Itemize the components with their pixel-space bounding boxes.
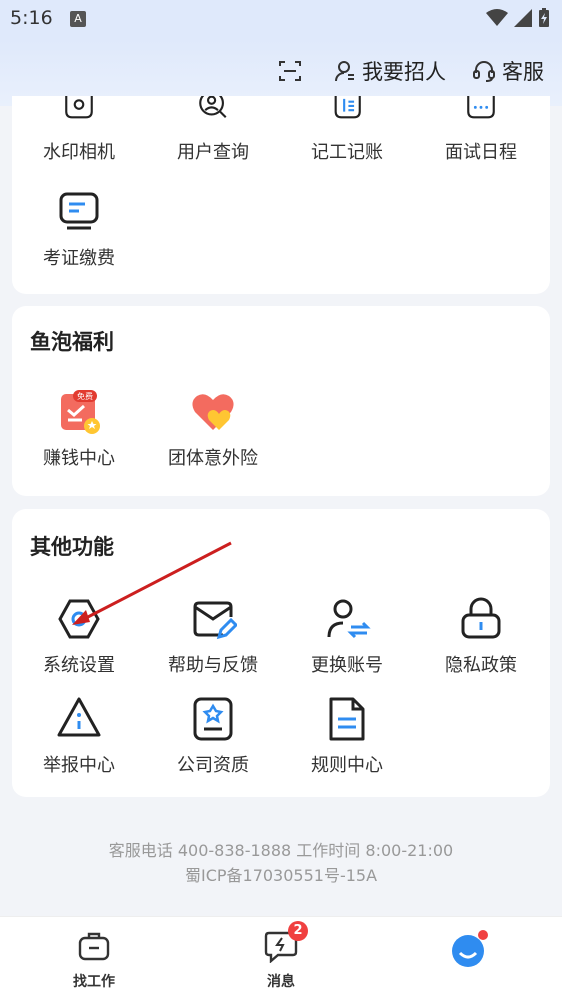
- status-icons: [486, 8, 550, 28]
- item-label: 考证缴费: [43, 248, 115, 269]
- company-qualification-item[interactable]: 公司资质: [146, 695, 280, 777]
- battery-icon: [539, 8, 549, 27]
- switch-account-icon: [327, 599, 371, 639]
- message-badge: 2: [288, 921, 308, 941]
- item-label: 面试日程: [445, 142, 517, 163]
- other-functions-card: 其他功能 系统设置 帮助与反馈 更换账号 隐私政策 举报中心 公司资质 规则中心: [12, 509, 550, 797]
- nav-find-job[interactable]: 找工作: [24, 929, 164, 991]
- other-functions-title: 其他功能: [30, 535, 114, 559]
- recruit-label: 我要招人: [362, 60, 446, 84]
- heart-icon: [192, 394, 234, 430]
- item-label: 举报中心: [43, 755, 115, 776]
- rules-center-item[interactable]: 规则中心: [280, 695, 414, 777]
- person-icon: [335, 61, 354, 82]
- item-label: 系统设置: [43, 655, 115, 676]
- calendar-icon: [467, 96, 495, 119]
- icp-number: 蜀ICP备17030551号-15A: [184, 866, 378, 885]
- service-line: 客服电话 400-838-1888 工作时间 8:00-21:00: [108, 841, 454, 860]
- certificate-fee-item[interactable]: 考证缴费: [12, 188, 146, 270]
- item-label: 公司资质: [177, 755, 249, 776]
- status-bar: 5:16 A: [0, 0, 562, 40]
- help-feedback-item[interactable]: 帮助与反馈: [146, 595, 280, 677]
- wifi-icon: [486, 9, 508, 26]
- monitor-icon: [59, 192, 99, 230]
- svg-text:免费: 免费: [77, 391, 93, 401]
- group-insurance-item[interactable]: 团体意外险: [146, 388, 280, 470]
- recruit-button[interactable]: 我要招人: [334, 56, 446, 86]
- nav-label: 消息: [267, 974, 295, 990]
- interview-schedule-item[interactable]: 面试日程: [414, 96, 548, 164]
- customer-service-label: 客服: [502, 60, 544, 84]
- notification-a-icon: A: [70, 11, 86, 27]
- user-query-item[interactable]: 用户查询: [146, 96, 280, 164]
- earn-center-item[interactable]: 免费 赚钱中心: [12, 388, 146, 470]
- report-center-item[interactable]: 举报中心: [12, 695, 146, 777]
- item-label: 隐私政策: [445, 655, 517, 676]
- system-settings-item[interactable]: 系统设置: [12, 595, 146, 677]
- lock-icon: [461, 597, 501, 639]
- scan-icon: [279, 61, 301, 81]
- ledger-icon: [334, 96, 361, 119]
- settings-icon: [58, 599, 100, 639]
- tools-card: 水印相机 用户查询 记工记账 面试日程 考证缴费: [12, 96, 550, 294]
- item-label: 水印相机: [43, 142, 115, 163]
- footer-info: 客服电话 400-838-1888 工作时间 8:00-21:00 蜀ICP备1…: [0, 838, 562, 888]
- headset-icon: [473, 61, 495, 82]
- watermark-camera-item[interactable]: 水印相机: [12, 96, 146, 164]
- earn-icon: 免费: [61, 390, 100, 434]
- customer-service-button[interactable]: 客服: [472, 56, 544, 86]
- nav-messages[interactable]: 2 消息: [211, 921, 351, 991]
- item-label: 赚钱中心: [43, 448, 115, 469]
- benefits-card: 鱼泡福利 免费 赚钱中心 团体意外险: [12, 306, 550, 496]
- signal-icon: [514, 9, 532, 27]
- switch-account-item[interactable]: 更换账号: [280, 595, 414, 677]
- scan-button[interactable]: [278, 59, 308, 83]
- profile-icon: [452, 930, 488, 967]
- item-label: 更换账号: [311, 655, 383, 676]
- status-time: 5:16: [10, 7, 53, 29]
- item-label: 用户查询: [177, 142, 249, 163]
- bottom-nav: 找工作 2 消息: [0, 916, 562, 1000]
- item-label: 团体意外险: [168, 448, 258, 469]
- camera-icon: [65, 96, 93, 119]
- briefcase-icon: [78, 932, 110, 961]
- header-actions: 我要招人 客服: [278, 56, 544, 86]
- privacy-policy-item[interactable]: 隐私政策: [414, 595, 548, 677]
- item-label: 帮助与反馈: [168, 655, 258, 676]
- report-icon: [57, 697, 101, 737]
- feedback-icon: [193, 601, 237, 640]
- certificate-icon: [193, 697, 233, 741]
- user-search-icon: [199, 96, 227, 119]
- benefits-title: 鱼泡福利: [30, 330, 114, 354]
- work-ledger-item[interactable]: 记工记账: [280, 96, 414, 164]
- item-label: 记工记账: [311, 142, 383, 163]
- item-label: 规则中心: [311, 755, 383, 776]
- nav-label: 找工作: [73, 974, 115, 990]
- nav-profile[interactable]: [398, 929, 538, 977]
- rules-icon: [329, 697, 365, 741]
